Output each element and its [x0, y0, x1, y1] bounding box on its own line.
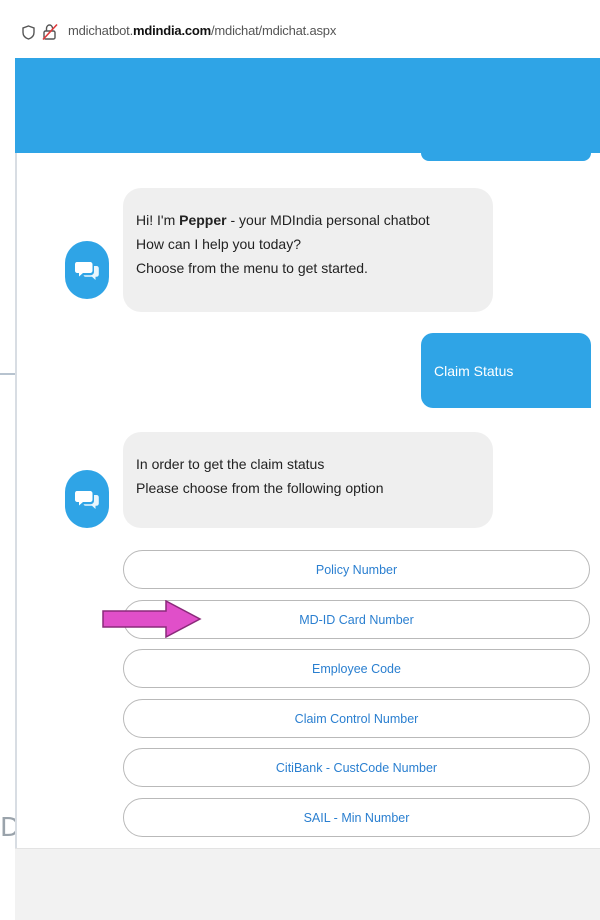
user-message-bubble: Claim Status — [421, 333, 591, 408]
pointer-arrow-annotation — [102, 600, 202, 638]
bot-avatar — [65, 470, 109, 528]
greeting-line-2: How can I help you today? — [136, 236, 301, 252]
option-employee-code[interactable]: Employee Code — [123, 649, 590, 688]
greeting-line-1: Hi! I'm Pepper - your MDIndia personal c… — [136, 212, 430, 228]
url-text[interactable]: mdichatbot.mdindia.com/mdichat/mdichat.a… — [68, 23, 336, 38]
option-policy-number[interactable]: Policy Number — [123, 550, 590, 589]
chat-header — [15, 58, 600, 153]
shield-icon[interactable] — [22, 25, 35, 40]
bot-name: Pepper — [179, 212, 227, 228]
option-citibank-custcode-number[interactable]: CitiBank - CustCode Number — [123, 748, 590, 787]
chat-bubbles-icon — [75, 262, 99, 280]
chat-footer — [15, 848, 600, 920]
chat-bubbles-icon — [75, 491, 99, 509]
option-claim-control-number[interactable]: Claim Control Number — [123, 699, 590, 738]
reply-line-1: In order to get the claim status — [136, 456, 325, 472]
previous-user-bubble — [421, 143, 591, 161]
reply-line-2: Please choose from the following option — [136, 480, 384, 496]
bot-greeting-bubble: Hi! I'm Pepper - your MDIndia personal c… — [123, 188, 493, 312]
bot-reply-bubble: In order to get the claim status Please … — [123, 432, 493, 528]
user-message-text: Claim Status — [434, 362, 514, 379]
option-sail-min-number[interactable]: SAIL - Min Number — [123, 798, 590, 837]
bot-avatar — [65, 241, 109, 299]
insecure-lock-icon[interactable] — [42, 23, 58, 41]
greeting-line-3: Choose from the menu to get started. — [136, 260, 368, 276]
background-divider — [0, 373, 16, 375]
browser-url-bar[interactable]: mdichatbot.mdindia.com/mdichat/mdichat.a… — [0, 0, 600, 58]
